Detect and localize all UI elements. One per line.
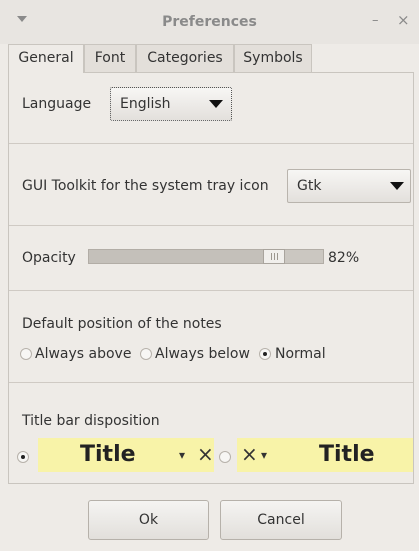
always-below-label[interactable]: Always below [155, 345, 250, 363]
close-icon: × [241, 442, 258, 466]
radio-titlebar-left[interactable] [17, 451, 29, 463]
divider [9, 290, 413, 291]
opacity-label: Opacity [22, 250, 76, 266]
position-label: Default position of the notes [22, 316, 222, 332]
chevron-down-icon [209, 100, 223, 108]
opacity-slider[interactable] [88, 249, 324, 264]
normal-label[interactable]: Normal [275, 345, 326, 363]
ok-button[interactable]: Ok [88, 500, 209, 540]
language-label: Language [22, 96, 92, 112]
language-value: English [120, 96, 171, 112]
preview-title: Title [80, 442, 136, 467]
titlebar-preview-standard[interactable]: Title ▾ × [38, 438, 214, 472]
opacity-slider-fill [89, 250, 263, 263]
preview-title: Title [319, 442, 375, 467]
close-icon: × [197, 442, 214, 466]
radio-normal[interactable] [259, 348, 271, 360]
divider [9, 225, 413, 226]
close-icon[interactable]: × [397, 12, 410, 28]
language-combo[interactable]: English [110, 87, 232, 121]
cancel-button[interactable]: Cancel [220, 500, 342, 540]
toolkit-label: GUI Toolkit for the system tray icon [22, 178, 269, 194]
radio-always-above[interactable] [20, 348, 32, 360]
divider [9, 382, 413, 383]
titlebar-preview-reversed[interactable]: × ▾ Title [237, 438, 413, 472]
titlebar-disposition-label: Title bar disposition [22, 413, 160, 429]
opacity-slider-handle[interactable] [263, 249, 285, 264]
always-above-label[interactable]: Always above [35, 345, 131, 363]
toolkit-combo[interactable]: Gtk [287, 169, 411, 203]
toolkit-value: Gtk [297, 178, 322, 194]
tab-symbols[interactable]: Symbols [234, 44, 312, 72]
tab-general[interactable]: General [8, 44, 84, 73]
tab-categories[interactable]: Categories [136, 44, 234, 72]
radio-always-below[interactable] [140, 348, 152, 360]
radio-titlebar-right[interactable] [219, 451, 231, 463]
window-title: Preferences [162, 14, 257, 30]
tab-font[interactable]: Font [84, 44, 136, 72]
chevron-down-icon [390, 182, 404, 190]
opacity-value: 82% [328, 250, 360, 266]
minimize-icon[interactable]: – [372, 13, 379, 29]
chevron-down-icon: ▾ [179, 448, 186, 462]
divider [9, 143, 413, 144]
chevron-down-icon: ▾ [261, 448, 268, 462]
